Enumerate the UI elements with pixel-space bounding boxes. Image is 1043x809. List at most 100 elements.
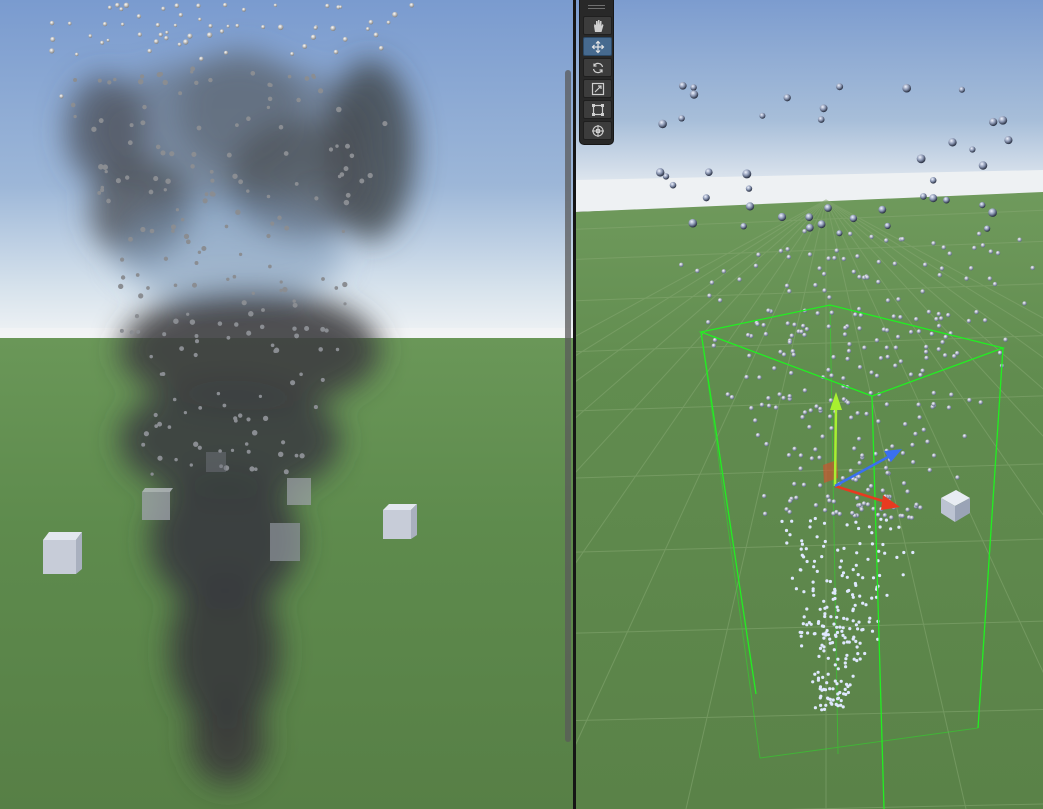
particle <box>823 612 827 616</box>
particle <box>825 605 829 609</box>
particle <box>128 236 133 242</box>
particle <box>847 342 852 347</box>
particle <box>150 472 154 476</box>
particle <box>931 241 936 246</box>
particle <box>929 194 938 203</box>
particle <box>792 322 797 327</box>
particle <box>818 607 822 611</box>
particle <box>828 687 832 691</box>
particle <box>914 502 919 507</box>
particle <box>266 233 271 239</box>
particle <box>313 25 318 30</box>
particle <box>799 329 804 334</box>
particle <box>320 326 326 332</box>
particle <box>106 198 111 204</box>
particle <box>318 347 323 352</box>
particle <box>261 25 266 29</box>
particle <box>820 555 824 559</box>
particle <box>857 274 862 280</box>
particle <box>917 415 922 420</box>
particle <box>343 166 349 172</box>
particle <box>884 345 889 350</box>
particle <box>194 334 199 338</box>
particle <box>777 212 787 222</box>
palette-grip[interactable] <box>588 8 605 9</box>
particle <box>1030 265 1035 271</box>
transform-tool-button[interactable] <box>583 121 612 140</box>
particle <box>808 519 813 523</box>
particle <box>908 372 914 377</box>
particle <box>836 230 843 237</box>
particle <box>786 453 792 458</box>
game-view[interactable] <box>0 0 573 809</box>
particle <box>335 144 339 148</box>
particle <box>865 487 871 493</box>
particle <box>826 256 831 261</box>
particle <box>847 640 851 644</box>
particle <box>850 510 855 516</box>
particle <box>874 338 880 343</box>
particle <box>304 76 310 81</box>
particle <box>898 359 904 364</box>
particle <box>813 447 818 452</box>
particle <box>1017 237 1022 242</box>
particle <box>874 373 880 378</box>
particle <box>194 80 199 86</box>
particle <box>823 539 827 544</box>
particle <box>160 150 166 156</box>
particle <box>780 519 784 524</box>
particle <box>946 405 952 410</box>
particle <box>909 515 914 520</box>
particle <box>158 32 163 37</box>
particle <box>178 91 183 96</box>
particle <box>901 481 907 486</box>
particle <box>292 326 297 331</box>
particle <box>100 40 105 45</box>
particle <box>134 313 140 319</box>
particle <box>158 72 164 77</box>
particle <box>819 703 823 708</box>
move-tool-button[interactable] <box>583 37 612 56</box>
particle <box>939 266 945 271</box>
particle <box>226 277 230 282</box>
particle <box>826 633 830 637</box>
particle <box>813 672 817 676</box>
particle <box>836 548 840 552</box>
particle <box>177 42 182 47</box>
scene-view[interactable] <box>576 0 1043 809</box>
vertical-scrollbar[interactable] <box>565 70 571 742</box>
particle <box>858 542 862 546</box>
particle <box>282 286 288 293</box>
particle <box>817 455 822 460</box>
particle <box>753 263 759 268</box>
particle <box>819 694 823 698</box>
particle <box>824 204 832 212</box>
particle <box>1004 136 1013 145</box>
scale-tool-button[interactable] <box>583 79 612 98</box>
particle <box>822 544 826 548</box>
particle <box>827 414 833 419</box>
particle <box>226 152 232 158</box>
particle <box>794 495 799 500</box>
rect-tool-button[interactable] <box>583 100 612 119</box>
particle <box>759 112 766 119</box>
particle <box>171 229 175 233</box>
particle <box>314 196 319 201</box>
particle <box>805 559 809 564</box>
particle <box>279 280 283 284</box>
particle <box>162 79 168 86</box>
particle <box>992 281 998 287</box>
particle <box>842 546 846 551</box>
hand-tool-button[interactable] <box>583 16 612 35</box>
particle <box>968 266 974 271</box>
particle <box>858 594 862 598</box>
rotate-tool-button[interactable] <box>583 58 612 77</box>
particle <box>250 70 256 76</box>
particle <box>711 343 716 348</box>
particle <box>172 397 177 402</box>
scale-icon <box>591 82 604 95</box>
particle <box>107 5 112 10</box>
particle <box>219 29 224 34</box>
particle <box>841 571 846 575</box>
palette-grip[interactable] <box>588 5 605 6</box>
